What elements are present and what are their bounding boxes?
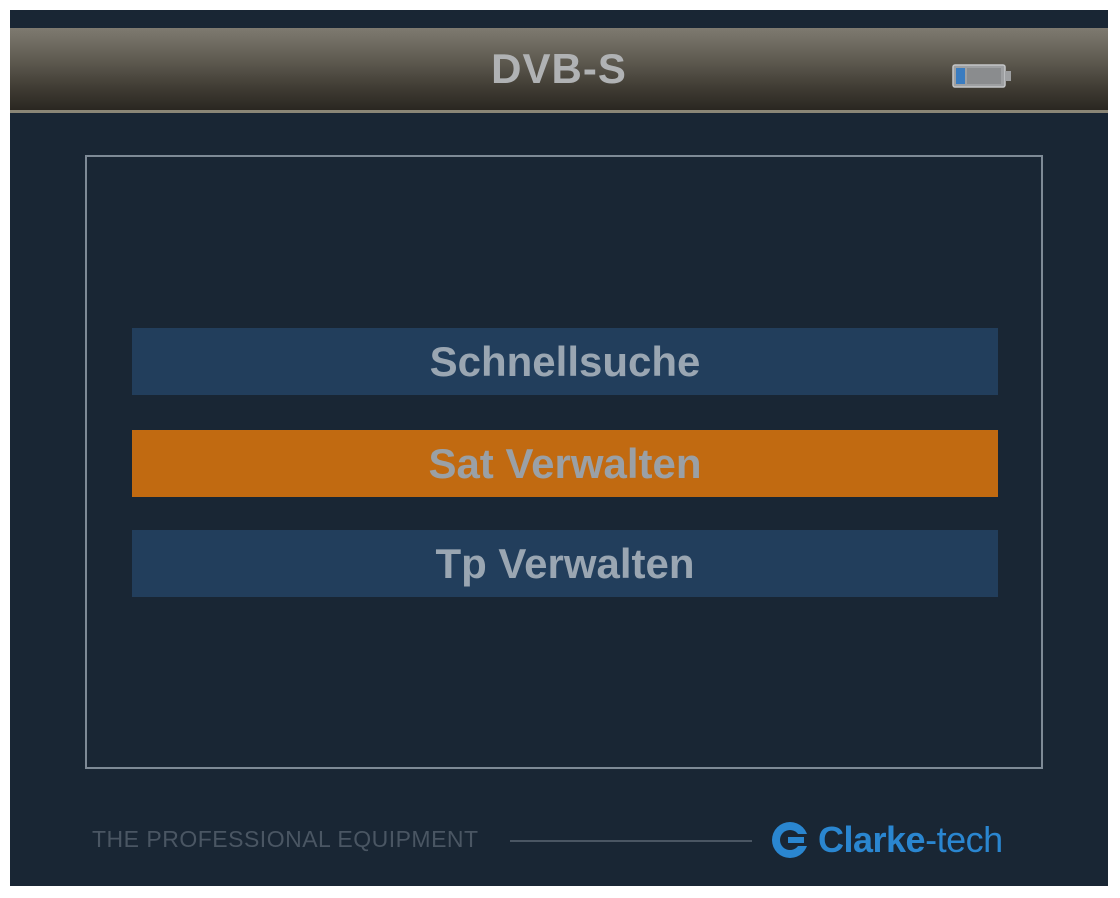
brand-name-strong: Clarke <box>818 819 926 860</box>
title-bar: DVB-S <box>10 28 1108 113</box>
tv-screen: DVB-S Schnellsuche Sat Verwalten Tp Verw… <box>10 10 1108 886</box>
brand-name: Clarke-tech <box>818 818 1003 862</box>
brand-name-light: -tech <box>925 819 1003 860</box>
menu-item-sat-verwalten[interactable]: Sat Verwalten <box>132 430 998 497</box>
page-title: DVB-S <box>491 45 627 92</box>
footer-divider <box>510 840 752 842</box>
clarke-tech-logo-icon <box>772 822 810 858</box>
menu-item-schnellsuche[interactable]: Schnellsuche <box>132 328 998 395</box>
footer-tagline: THE PROFESSIONAL EQUIPMENT <box>92 826 479 852</box>
battery-icon <box>952 64 1011 88</box>
menu-item-tp-verwalten[interactable]: Tp Verwalten <box>132 530 998 597</box>
